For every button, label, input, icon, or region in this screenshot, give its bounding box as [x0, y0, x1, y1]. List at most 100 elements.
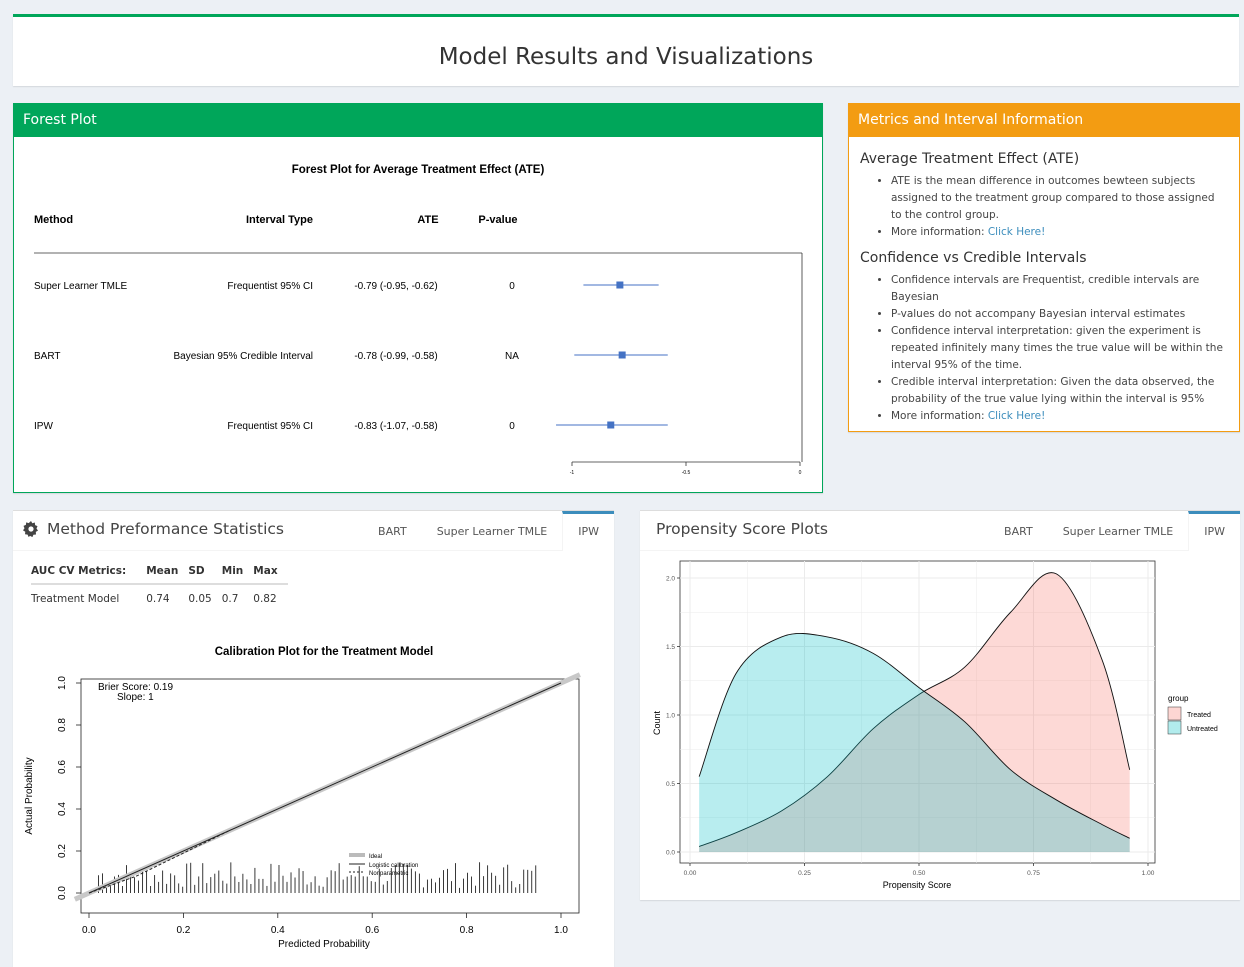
prop-xlabel: Propensity Score	[883, 880, 952, 890]
perf-tab-bart[interactable]: BART	[363, 511, 422, 551]
auc-mean: 0.74	[146, 593, 170, 605]
prop-tab-super-learner-tmle[interactable]: Super Learner TMLE	[1048, 511, 1189, 551]
forest-row-interval: Frequentist 95% CI	[227, 421, 313, 432]
forest-x-tick-label: -0.5	[682, 470, 691, 476]
table-row: Treatment Model 0.74 0.05 0.7 0.82	[31, 584, 288, 609]
prop-x-tick-label: 0.75	[1027, 870, 1040, 877]
ci-item-2: P-values do not accompany Bayesian inter…	[891, 306, 1228, 323]
page-title: Model Results and Visualizations	[438, 44, 814, 70]
prop-y-tick-label: 0.5	[666, 781, 675, 788]
forest-plot-chart: Forest Plot for Average Treatment Effect…	[34, 164, 803, 476]
calib-legend-nonparametric: Nonparametric	[369, 871, 408, 877]
prop-legend: group Treated Untreated	[1167, 694, 1218, 735]
prop-x-tick-label: 1.00	[1142, 870, 1155, 877]
ci-info-link[interactable]: Click Here!	[988, 410, 1045, 422]
ate-list: ATE is the mean difference in outcomes b…	[860, 173, 1228, 241]
forest-row-method: BART	[34, 351, 61, 362]
prop-x-tick-label: 0.50	[913, 870, 926, 877]
calib-slope: Slope: 1	[117, 692, 154, 703]
prop-legend-treated: Treated	[1187, 712, 1211, 719]
prop-ylabel: Count	[652, 711, 662, 736]
forest-row-method: IPW	[34, 421, 53, 432]
calib-title: Calibration Plot for the Treatment Model	[215, 646, 434, 658]
perf-title-text: Method Preformance Statistics	[47, 520, 285, 538]
prop-tab-ipw[interactable]: IPW	[1188, 511, 1240, 551]
forest-row-ate: -0.79 (-0.95, -0.62)	[354, 281, 437, 292]
gear-icon	[23, 521, 38, 537]
more-info-label: More information:	[891, 410, 988, 422]
forest-row-interval: Frequentist 95% CI	[227, 281, 313, 292]
calib-xlabel: Predicted Probability	[278, 939, 370, 950]
ate-info-link[interactable]: Click Here!	[988, 226, 1045, 238]
col-interval-type: Interval Type	[246, 214, 313, 226]
prop-y-tick-label: 1.0	[666, 713, 675, 720]
forest-x-tick-label: -1	[570, 470, 575, 476]
metrics-panel: Metrics and Interval Information Average…	[848, 103, 1240, 432]
col-ate: ATE	[417, 214, 438, 226]
ci-item-4: Credible interval interpretation: Given …	[891, 374, 1228, 408]
auc-metrics-table: AUC CV Metrics: Mean SD Min Max Treatmen…	[31, 561, 288, 609]
ci-heading: Confidence vs Credible Intervals	[860, 250, 1087, 266]
auc-min: 0.7	[221, 593, 239, 605]
forest-row-interval: Bayesian 95% Credible Interval	[173, 351, 313, 362]
calib-y-tick-label: 0.0	[57, 886, 68, 900]
perf-tabs: BART Super Learner TMLE IPW	[363, 511, 614, 551]
auc-max: 0.82	[253, 593, 277, 605]
ci-item-1: Confidence intervals are Frequentist, cr…	[891, 272, 1228, 306]
forest-plot-header: Forest Plot	[14, 104, 822, 137]
ci-list: Confidence intervals are Frequentist, cr…	[860, 272, 1228, 425]
calib-y-tick-label: 0.4	[57, 802, 68, 816]
forest-row-method: Super Learner TMLE	[34, 281, 128, 292]
calib-y-tick-label: 0.8	[57, 718, 68, 732]
propensity-score-panel: Propensity Score Plots BART Super Learne…	[640, 510, 1240, 900]
ate-more-info: More information: Click Here!	[891, 224, 1228, 241]
forest-row-pvalue: 0	[509, 421, 515, 432]
auc-row-label: Treatment Model	[31, 593, 120, 605]
forest-estimate-marker	[607, 421, 615, 429]
calib-x-tick-label: 0.4	[271, 925, 285, 936]
prop-legend-swatch-treated	[1167, 706, 1182, 721]
ci-more-info: More information: Click Here!	[891, 408, 1228, 425]
forest-estimate-marker	[616, 281, 624, 289]
perf-tab-super-learner-tmle[interactable]: Super Learner TMLE	[422, 511, 563, 551]
auc-header-label: AUC CV Metrics:	[31, 561, 147, 585]
perf-tab-ipw[interactable]: IPW	[562, 511, 614, 551]
calib-legend-logistic: Logistic calibration	[369, 863, 418, 869]
prop-title-text: Propensity Score Plots	[656, 520, 828, 538]
prop-x-tick-label: 0.00	[684, 870, 697, 877]
prop-legend-title: group	[1168, 694, 1189, 703]
calib-y-tick-label: 1.0	[57, 676, 68, 690]
prop-y-tick-label: 1.5	[666, 644, 675, 651]
prop-x-tick-label: 0.25	[798, 870, 811, 877]
calib-y-tick-label: 0.2	[57, 844, 68, 858]
prop-tab-bart[interactable]: BART	[989, 511, 1048, 551]
prop-legend-untreated: Untreated	[1187, 726, 1218, 733]
calib-x-tick-label: 0.2	[176, 925, 190, 936]
ate-heading: Average Treatment Effect (ATE)	[860, 151, 1080, 167]
auc-header-min: Min	[221, 561, 254, 585]
more-info-label: More information:	[891, 226, 988, 238]
prop-tabs: BART Super Learner TMLE IPW	[989, 511, 1240, 551]
col-method: Method	[34, 214, 73, 226]
forest-row-ate: -0.83 (-1.07, -0.58)	[354, 421, 437, 432]
calib-legend-ideal: Ideal	[369, 854, 382, 860]
perf-title: Method Preformance Statistics	[23, 520, 284, 538]
auc-header-row: AUC CV Metrics: Mean SD Min Max	[31, 561, 288, 585]
auc-header-max: Max	[253, 561, 288, 585]
calib-x-tick-label: 1.0	[554, 925, 568, 936]
calib-x-tick-label: 0.6	[365, 925, 379, 936]
forest-row-pvalue: NA	[505, 351, 519, 362]
calib-plot-box	[80, 678, 580, 914]
forest-plot-panel: Forest Plot Forest Plot for Average Trea…	[13, 103, 823, 493]
calibration-plot: Calibration Plot for the Treatment Model…	[24, 646, 581, 950]
forest-estimate-marker	[618, 351, 626, 359]
prop-legend-swatch-untreated	[1167, 720, 1182, 735]
prop-y-tick-label: 0.0	[666, 850, 675, 857]
calib-logistic-line	[88, 682, 562, 894]
forest-row-pvalue: 0	[509, 281, 515, 292]
col-pvalue: P-value	[478, 214, 517, 226]
forest-row-ate: -0.78 (-0.99, -0.58)	[354, 351, 437, 362]
method-performance-panel: Method Preformance Statistics BART Super…	[13, 510, 614, 967]
calib-y-tick-label: 0.6	[57, 760, 68, 774]
propensity-plot: 0.00 0.25 0.50 0.75 1.00 0.0 0.5 1.0 1.5 2.0 Prop…	[652, 560, 1218, 890]
